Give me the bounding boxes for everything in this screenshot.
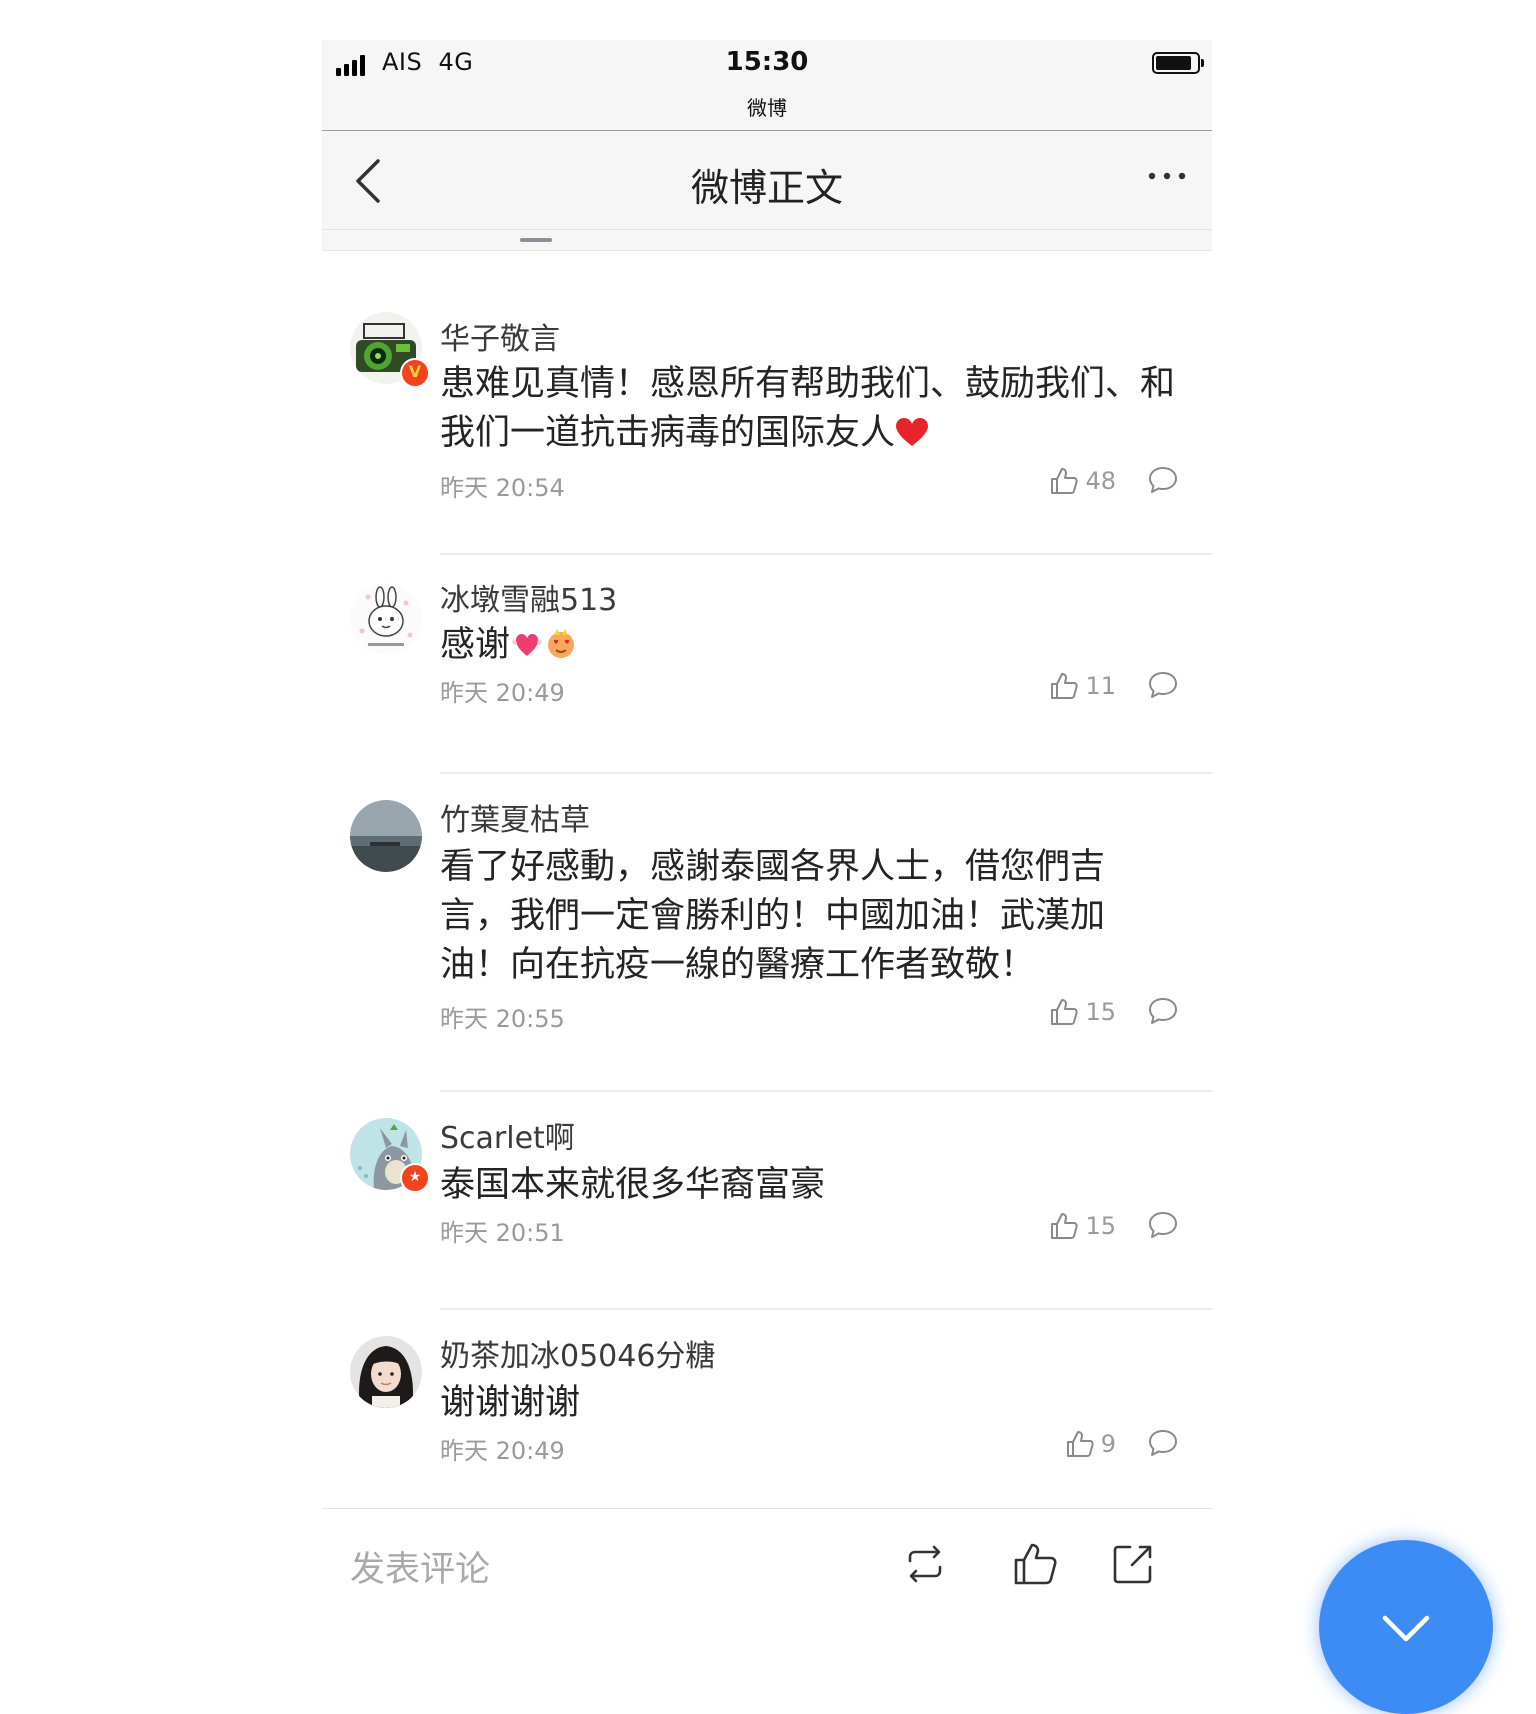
like-button[interactable]: 48: [1049, 466, 1116, 496]
star-badge: ★: [400, 1163, 430, 1193]
thumb-up-icon: [1051, 999, 1079, 1025]
like-icon[interactable]: [1010, 1539, 1060, 1589]
reply-bubble-icon[interactable]: [1148, 997, 1178, 1025]
verified-badge: V: [400, 358, 430, 388]
phone-screen: AIS 4G 15:30 微博 微博正文 V 华子敬言 患难见真情！感恩所有帮助…: [322, 40, 1212, 1669]
comment-item: 冰墩雪融513 感谢 昨天 20:49 11: [322, 555, 1212, 774]
comment-text-body: 患难见真情！感恩所有帮助我们、鼓励我们、和我们一道抗击病毒的国际友人: [440, 364, 1176, 453]
comment-text: 泰国本来就很多华裔富豪: [440, 1165, 826, 1205]
like-button[interactable]: 15: [1049, 997, 1116, 1027]
status-app-name: 微博: [747, 96, 787, 120]
more-dots-icon: [1148, 172, 1186, 180]
like-count: 11: [1085, 672, 1116, 700]
comment-text: 看了好感動，感謝泰國各界人士，借您們吉言，我們一定會勝利的！中國加油！武漢加油！…: [440, 847, 1106, 985]
status-time: 15:30: [725, 47, 809, 77]
comment-text-body: 感谢: [440, 625, 511, 665]
tab-indicator: [520, 238, 552, 242]
chevron-down-icon: [1382, 1615, 1430, 1642]
reply-bubble-icon[interactable]: [1148, 1211, 1178, 1239]
bottom-toolbar: 发表评论: [322, 1508, 1212, 1629]
thumb-up-icon: [1066, 1431, 1094, 1457]
comment-item: 竹葉夏枯草 看了好感動，感謝泰國各界人士，借您們吉言，我們一定會勝利的！中國加油…: [322, 773, 1212, 1092]
more-button[interactable]: [1142, 161, 1192, 191]
comment-username[interactable]: Scarlet啊: [440, 1113, 575, 1157]
comment-username[interactable]: 竹葉夏枯草: [440, 795, 590, 839]
status-bar: AIS 4G 15:30 微博: [322, 40, 1212, 130]
thumb-up-icon: [1051, 673, 1079, 699]
comment-input[interactable]: 发表评论: [350, 1541, 490, 1592]
repost-icon[interactable]: [900, 1539, 950, 1589]
like-count: 9: [1100, 1430, 1116, 1458]
comment-item: ★ Scarlet啊 泰国本来就很多华裔富豪 昨天 20:51 15: [322, 1091, 1212, 1310]
avatar[interactable]: [350, 583, 422, 655]
comment-username[interactable]: 奶茶加冰05046分糖: [440, 1331, 715, 1375]
like-button[interactable]: 11: [1049, 671, 1116, 701]
comment-text: 患难见真情！感恩所有帮助我们、鼓励我们、和我们一道抗击病毒的国际友人: [440, 360, 1180, 458]
heart-eyes-face-emoji: [548, 629, 575, 658]
red-heart-emoji: [896, 418, 929, 446]
comment-time: 昨天 20:55: [440, 1005, 565, 1033]
thumb-up-icon: [1051, 1213, 1079, 1239]
like-button[interactable]: 9: [1065, 1429, 1116, 1459]
like-count: 15: [1085, 998, 1116, 1026]
comment-username[interactable]: 冰墩雪融513: [440, 575, 617, 619]
comment-text: 谢谢谢谢: [440, 1383, 581, 1423]
reply-bubble-icon[interactable]: [1148, 671, 1178, 699]
heart-with-wings-emoji: [512, 634, 543, 656]
comment-text: 感谢: [440, 621, 1180, 670]
comment-time: 昨天 20:49: [440, 679, 565, 707]
comment-time: 昨天 20:54: [440, 474, 565, 502]
comment-username[interactable]: 华子敬言: [440, 314, 560, 358]
avatar[interactable]: [350, 1336, 422, 1408]
scroll-down-button[interactable]: [1319, 1540, 1493, 1714]
reply-bubble-icon[interactable]: [1148, 466, 1178, 494]
share-icon[interactable]: [1108, 1539, 1158, 1589]
reply-bubble-icon[interactable]: [1148, 1429, 1178, 1457]
section-strip: [322, 230, 1212, 251]
battery-icon: [1152, 52, 1204, 74]
nav-bar: 微博正文: [322, 130, 1212, 230]
avatar[interactable]: [350, 800, 422, 872]
comment-item: V 华子敬言 患难见真情！感恩所有帮助我们、鼓励我们、和我们一道抗击病毒的国际友…: [322, 270, 1212, 555]
page-title: 微博正文: [690, 166, 843, 210]
comment-item: 奶茶加冰05046分糖 谢谢谢谢 昨天 20:49 9: [322, 1309, 1212, 1528]
like-count: 15: [1085, 1212, 1116, 1240]
comment-time: 昨天 20:51: [440, 1219, 565, 1247]
like-button[interactable]: 15: [1049, 1211, 1116, 1241]
like-count: 48: [1085, 467, 1116, 495]
comment-time: 昨天 20:49: [440, 1437, 565, 1465]
thumb-up-icon: [1051, 468, 1079, 494]
